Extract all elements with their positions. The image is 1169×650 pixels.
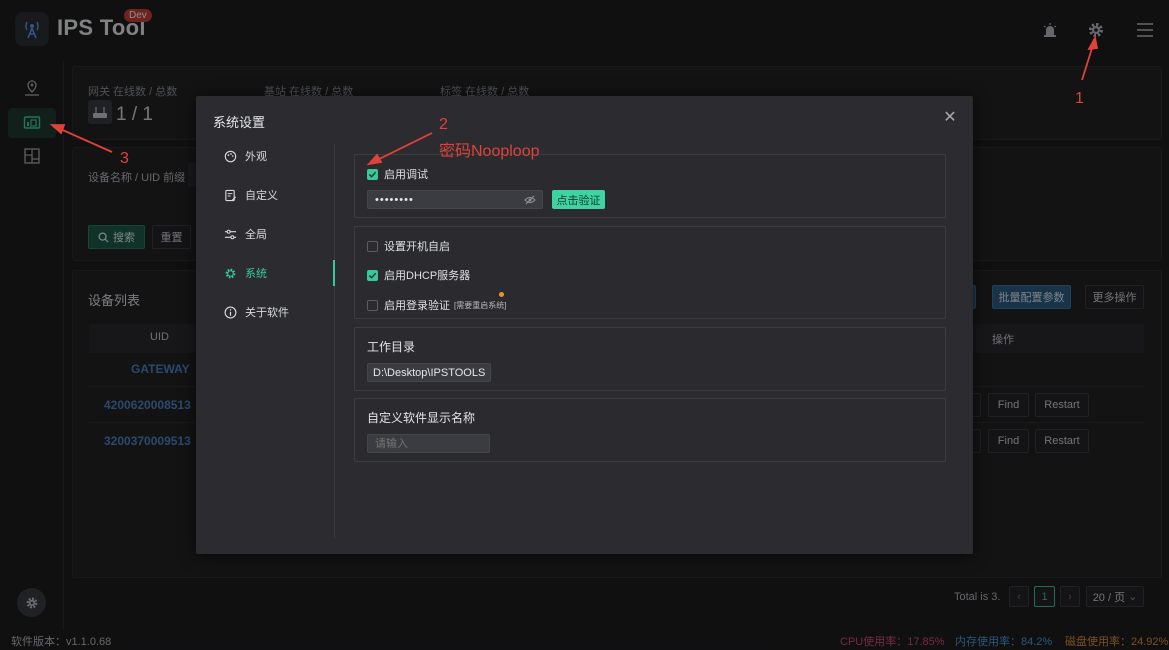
password-value: •••••••• [375,193,414,206]
verify-button[interactable]: 点击验证 [552,190,605,209]
info-icon [223,305,237,319]
gear-icon [223,266,237,280]
autostart-label: 设置开机自启 [384,241,450,253]
nav-active-indicator [333,260,335,286]
annotation-number: 3 [120,150,129,167]
workdir-title: 工作目录 [367,340,416,354]
settings-nav-custom[interactable]: 自定义 [223,185,333,205]
autostart-checkbox[interactable] [367,240,378,252]
workdir-section: 工作目录 D:\Desktop\IPSTOOLS [354,327,946,391]
edit-doc-icon [223,188,237,202]
palette-icon [223,149,237,163]
login-auth-checkbox[interactable] [367,299,378,311]
nav-label: 全局 [245,229,267,241]
workdir-path[interactable]: D:\Desktop\IPSTOOLS [367,363,492,382]
annotation-number: 2 [439,116,448,133]
annotation-number: 1 [1075,90,1084,107]
login-auth-row[interactable]: 启用登录验证 [需要重启系统] [367,297,506,313]
restart-required-note: [需要重启系统] [454,300,507,310]
annotation-password-note: 密码Nooploop [439,143,540,160]
warning-dot [499,292,504,297]
custom-name-input[interactable] [367,434,490,453]
nav-divider [334,144,335,538]
settings-nav-system[interactable]: 系统 [223,263,333,283]
debug-checkbox[interactable] [367,168,378,180]
settings-nav-about[interactable]: 关于软件 [223,302,333,322]
dialog-title: 系统设置 [213,115,266,130]
workdir-value: D:\Desktop\IPSTOOLS [373,366,486,379]
sliders-icon [223,227,237,241]
dhcp-checkbox[interactable] [367,269,378,281]
settings-nav-appearance[interactable]: 外观 [223,146,333,166]
settings-nav-global[interactable]: 全局 [223,224,333,244]
debug-section: 启用调试 •••••••• 点击验证 [354,154,946,218]
custom-name-section: 自定义软件显示名称 [354,398,946,462]
check-icon [368,171,377,178]
nav-label: 关于软件 [245,307,289,319]
autostart-row[interactable]: 设置开机自启 [367,238,450,254]
nav-label: 自定义 [245,190,278,202]
system-options-section: 设置开机自启 启用DHCP服务器 启用登录验证 [需要重启系统] [354,226,946,319]
dhcp-label: 启用DHCP服务器 [384,270,471,282]
debug-label: 启用调试 [384,169,428,181]
eye-off-icon[interactable] [524,194,536,206]
check-icon [368,272,377,279]
system-settings-dialog: 系统设置 ✕ 外观 自定义 全局 系统 关于软件 启用调试 •••••••• 点… [196,96,973,554]
custom-name-title: 自定义软件显示名称 [367,411,476,425]
dhcp-row[interactable]: 启用DHCP服务器 [367,267,470,283]
debug-checkbox-row[interactable]: 启用调试 [367,166,428,182]
nav-label: 外观 [245,151,267,163]
nav-label: 系统 [245,268,267,280]
login-auth-label: 启用登录验证 [384,300,450,312]
password-input[interactable]: •••••••• [367,190,543,209]
close-icon[interactable]: ✕ [942,110,958,126]
